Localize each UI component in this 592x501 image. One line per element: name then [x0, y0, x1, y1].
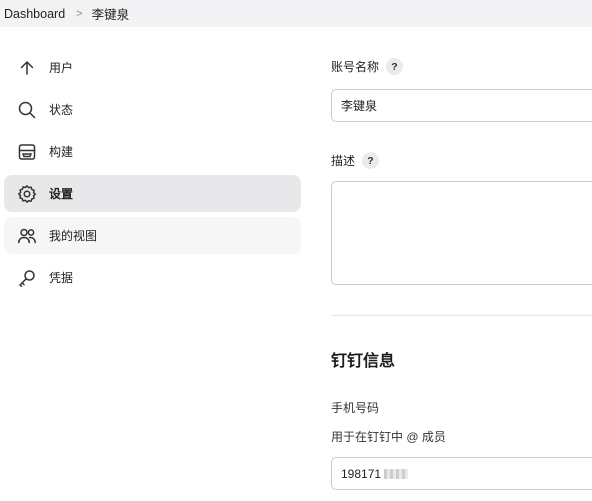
arrow-up-icon	[17, 58, 37, 78]
account-name-label-text: 账号名称	[331, 60, 380, 74]
account-name-value: 李键泉	[341, 99, 378, 113]
section-divider	[331, 315, 592, 316]
key-icon	[17, 268, 37, 288]
help-icon[interactable]: ?	[362, 152, 380, 169]
phone-hint: 用于在钉钉中 @ 成员	[331, 430, 446, 444]
description-textarea[interactable]	[331, 181, 592, 285]
description-label: 描述 ?	[331, 152, 380, 169]
breadcrumb-current-user[interactable]: 李键泉	[92, 4, 130, 23]
gear-icon	[17, 184, 37, 204]
sidebar-item-status[interactable]: 状态	[4, 91, 301, 128]
breadcrumb-dashboard-link[interactable]: Dashboard	[4, 7, 65, 21]
search-icon	[17, 100, 37, 120]
phone-label: 手机号码	[331, 401, 380, 415]
account-name-input[interactable]: 李键泉	[331, 89, 592, 122]
sidebar-item-settings[interactable]: 设置	[4, 175, 301, 212]
inbox-tray-icon	[17, 142, 37, 162]
sidebar-item-builds[interactable]: 构建	[4, 133, 301, 170]
sidebar: 用户 状态 构建 设置 我的视图 凭据	[4, 49, 301, 301]
description-label-text: 描述	[331, 154, 356, 168]
redacted-digits	[384, 468, 409, 479]
sidebar-item-label: 凭据	[49, 271, 74, 285]
phone-value: 198171	[341, 466, 382, 481]
sidebar-item-credentials[interactable]: 凭据	[4, 259, 301, 296]
breadcrumb-separator: >	[76, 7, 83, 20]
phone-input[interactable]: 198171	[331, 457, 592, 490]
account-name-label: 账号名称 ?	[331, 58, 404, 75]
sidebar-item-label: 状态	[49, 103, 74, 117]
sidebar-item-label: 我的视图	[49, 229, 98, 243]
dingtalk-section-title: 钉钉信息	[331, 353, 396, 370]
sidebar-item-label: 构建	[49, 145, 74, 159]
sidebar-item-label: 用户	[49, 61, 74, 75]
sidebar-item-label: 设置	[49, 187, 74, 201]
people-icon	[17, 226, 37, 246]
settings-form: 账号名称 ? 李键泉 描述 ? 钉钉信息 手机号码 用于在钉钉中 @ 成员 19…	[331, 0, 592, 501]
help-icon[interactable]: ?	[386, 58, 404, 75]
sidebar-item-my-views[interactable]: 我的视图	[4, 217, 301, 254]
sidebar-item-users[interactable]: 用户	[4, 49, 301, 86]
